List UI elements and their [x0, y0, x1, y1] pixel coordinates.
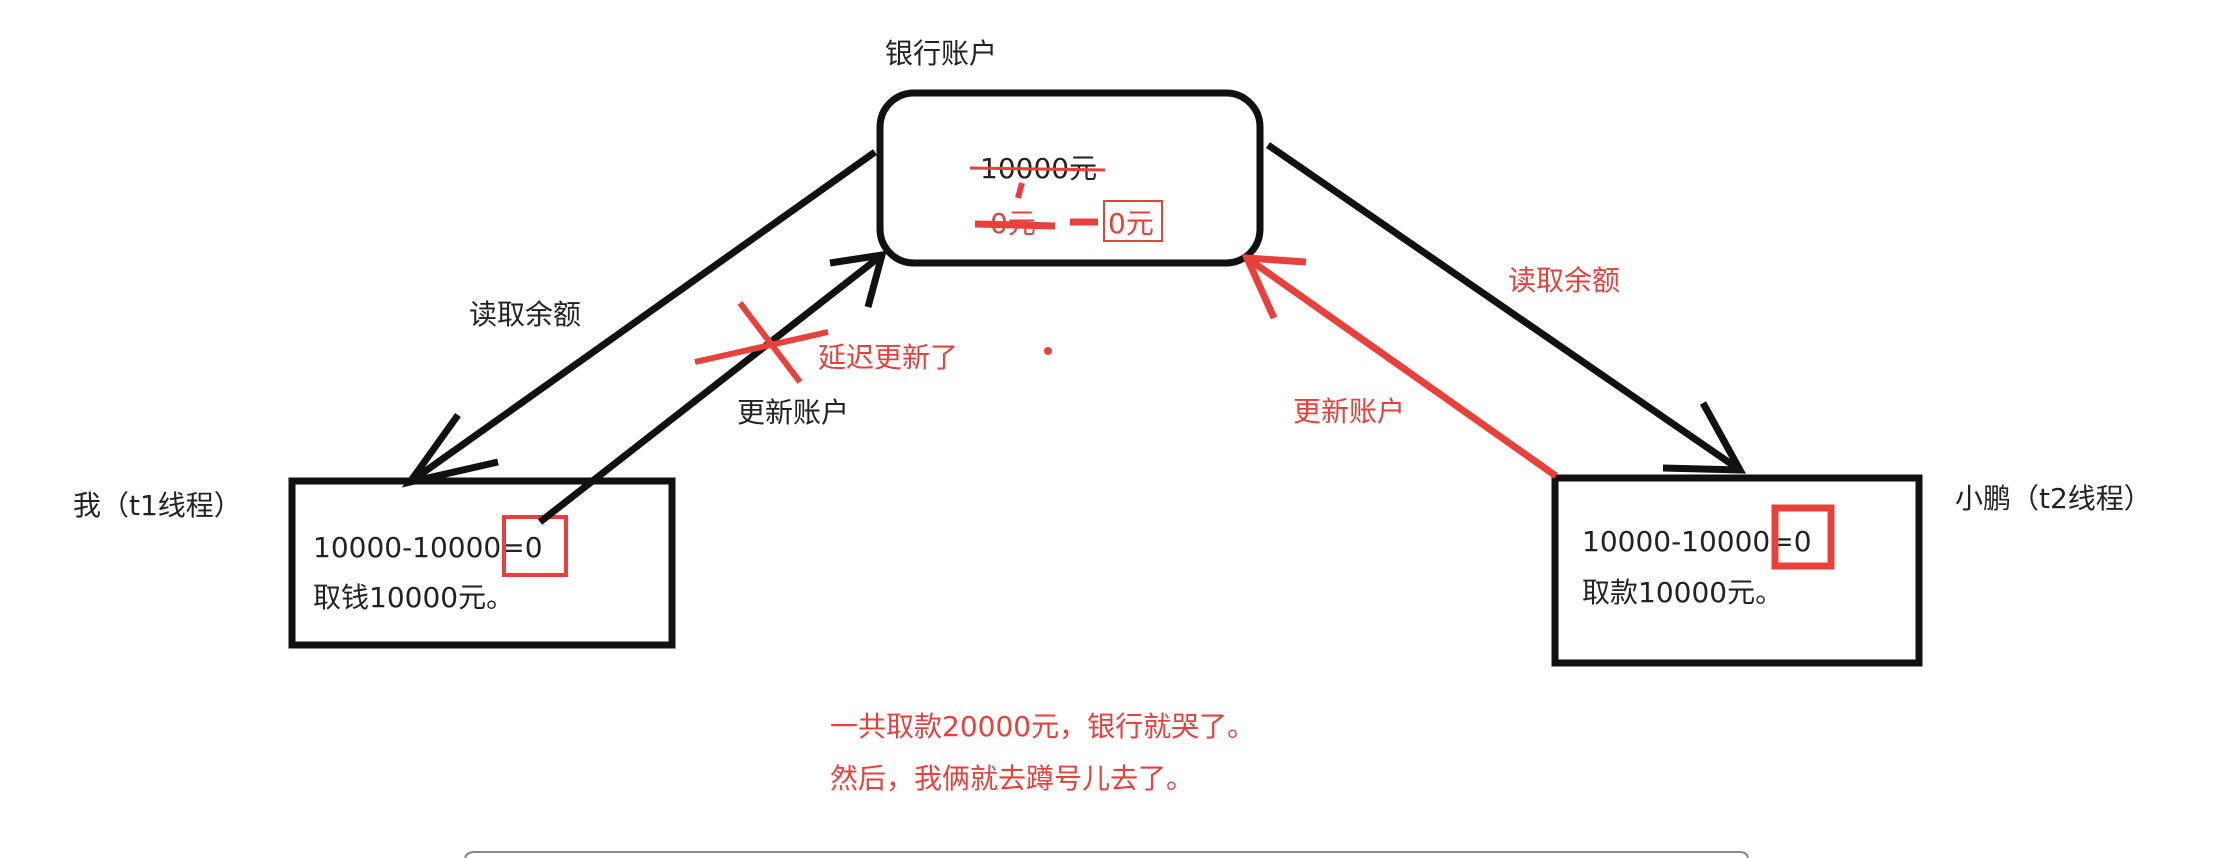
conclusion-line-2: 然后，我俩就去蹲号儿去了。: [830, 762, 1194, 795]
stray-dot: [1044, 347, 1052, 355]
tick-mark: [1015, 182, 1025, 199]
t2-name: 小鹏（t2线程）: [1955, 482, 2152, 515]
bank-new-balance: 0元: [1108, 207, 1154, 240]
delay-label: 延迟更新了: [818, 341, 958, 374]
t2-action: 取款10000元。: [1582, 576, 1783, 609]
t1-calc-result: 0: [525, 531, 543, 564]
race-condition-diagram: 银行账户 10000元 0元 0元 我（t1线程） 10000-10000=0 …: [73, 37, 2152, 858]
struck-value-strike: [974, 220, 1056, 230]
t1-action: 取钱10000元。: [313, 581, 514, 614]
t2-box: [1551, 474, 1923, 667]
delay-cross-b: [694, 329, 829, 365]
left-update-label: 更新账户: [737, 396, 849, 429]
t1-calc-expression: 10000-10000=: [313, 531, 525, 564]
right-update-label: 更新账户: [1293, 395, 1405, 428]
conclusion-line-1: 一共取款20000元，银行就哭了。: [830, 710, 1255, 743]
bottom-panel-edge: [464, 851, 1749, 858]
left-read-label: 读取余额: [469, 298, 581, 331]
right-read-label: 读取余额: [1508, 264, 1620, 297]
t2-calc-expression: 10000-10000=: [1582, 525, 1794, 558]
t1-name: 我（t1线程）: [73, 489, 242, 522]
t1-calc: 10000-10000=0: [313, 531, 543, 564]
old-balance-strike: [969, 166, 1106, 172]
left-update-arrow: [537, 252, 885, 525]
t2-calc-result: 0: [1794, 525, 1812, 558]
bank-account-title: 银行账户: [885, 37, 997, 70]
